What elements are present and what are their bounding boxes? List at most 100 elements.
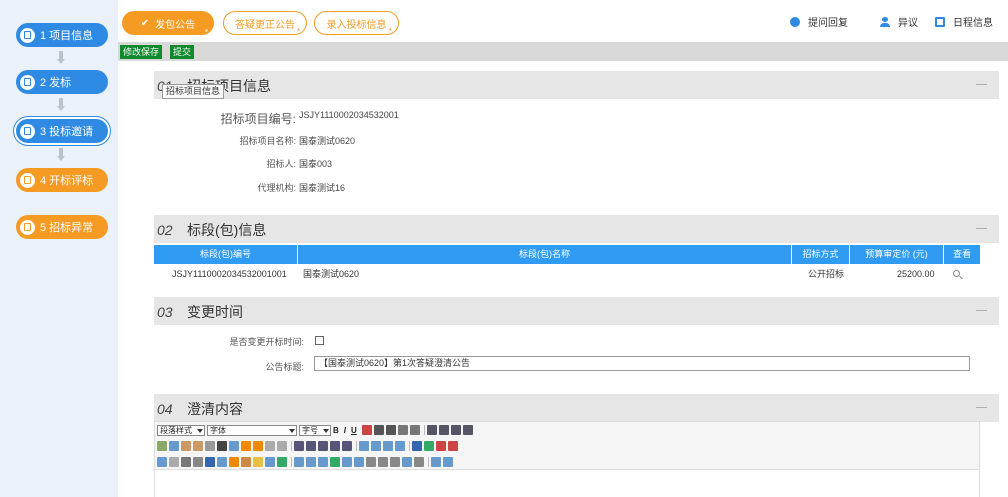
section-title: 标段(包)信息: [187, 222, 267, 238]
step-open-evaluate[interactable]: 4 开标评标: [16, 168, 108, 192]
fullscreen-icon[interactable]: [436, 441, 446, 451]
print-icon[interactable]: [448, 441, 458, 451]
agency-value: 国泰测试16: [299, 183, 346, 193]
select-icon[interactable]: [265, 441, 275, 451]
notice-title-input[interactable]: 【国泰测试0620】第1次答疑澄清公告: [314, 356, 970, 371]
template-icon[interactable]: [229, 456, 239, 467]
insert-image-icon[interactable]: [157, 456, 167, 467]
bold-icon[interactable]: B: [333, 426, 339, 435]
video-icon[interactable]: [217, 456, 227, 467]
unordered-list-icon[interactable]: [306, 441, 316, 451]
editor-toolbar-row: [155, 438, 979, 454]
step-project-info[interactable]: 1 项目信息: [16, 23, 108, 47]
save-button[interactable]: 修改保存: [120, 45, 163, 59]
strikethrough-icon[interactable]: [361, 425, 372, 435]
redo-icon[interactable]: [253, 441, 263, 451]
view-icon[interactable]: [953, 270, 960, 277]
link-icon[interactable]: [395, 441, 405, 451]
step-label: 5 招标异常: [40, 222, 94, 234]
collapse-icon[interactable]: [976, 228, 987, 229]
attachment-icon[interactable]: [169, 456, 179, 467]
chat-icon: [790, 16, 800, 27]
step-label: 2 发标: [40, 77, 72, 89]
block-icon[interactable]: [342, 441, 352, 451]
submit-button[interactable]: 提交: [170, 45, 195, 59]
font-family-select[interactable]: 字体: [207, 424, 297, 436]
image-icon[interactable]: [383, 441, 393, 451]
section-project-info[interactable]: 01 招标项目信息: [154, 71, 999, 99]
emoticon-icon[interactable]: [241, 456, 251, 467]
special-char-icon[interactable]: [330, 456, 340, 467]
document-icon: [20, 27, 35, 43]
collapse-icon[interactable]: [976, 310, 987, 311]
delete-icon[interactable]: [217, 441, 227, 451]
collapse-icon[interactable]: [976, 407, 987, 408]
pagebreak-icon[interactable]: [306, 456, 316, 467]
step-publish[interactable]: 2 发标: [16, 70, 108, 94]
underline-icon[interactable]: U: [351, 426, 357, 435]
cell-icon[interactable]: [371, 441, 381, 451]
flash-icon[interactable]: [205, 456, 215, 467]
select-all-icon[interactable]: [431, 456, 441, 467]
code-icon[interactable]: [366, 456, 376, 467]
face-icon[interactable]: [390, 456, 400, 467]
justify-icon[interactable]: [462, 425, 473, 435]
time-icon[interactable]: [354, 456, 364, 467]
layout-icon[interactable]: [414, 456, 424, 467]
source-icon[interactable]: [412, 441, 422, 451]
outdent-icon[interactable]: [330, 441, 340, 451]
table-icon[interactable]: [359, 441, 369, 451]
format-icon[interactable]: [397, 425, 408, 435]
tab-bid-notice[interactable]: ✔ 发包公告 *: [122, 11, 214, 37]
reply-link[interactable]: 提问回复: [790, 14, 848, 29]
file-icon[interactable]: [193, 456, 203, 467]
copy-icon[interactable]: [169, 441, 179, 451]
paragraph-style-select[interactable]: 段落样式: [157, 424, 205, 436]
italic-icon[interactable]: I: [344, 426, 346, 435]
collapse-icon[interactable]: [976, 84, 987, 85]
ordered-list-icon[interactable]: [294, 441, 304, 451]
section-lot-info[interactable]: 02 标段(包)信息: [154, 215, 999, 243]
step-label: 1 项目信息: [40, 30, 94, 42]
step-exception[interactable]: 5 招标异常: [16, 215, 108, 239]
cut-icon[interactable]: [157, 441, 167, 451]
objection-link[interactable]: 异议: [880, 14, 918, 29]
section-change-time[interactable]: 03 变更时间: [154, 297, 999, 325]
lot-table-header: 标段(包)编号 标段(包)名称 招标方式 预算审定价 (元) 查看: [154, 245, 980, 264]
paste-text-icon[interactable]: [193, 441, 203, 451]
smiley-icon[interactable]: [253, 456, 263, 467]
anchor-icon[interactable]: [318, 456, 328, 467]
superscript-icon[interactable]: [373, 425, 384, 435]
map-icon[interactable]: [265, 456, 275, 467]
grid-icon[interactable]: [402, 456, 412, 467]
subscript-icon[interactable]: [385, 425, 396, 435]
section-clarification[interactable]: 04 澄清内容: [154, 394, 999, 422]
paste-icon[interactable]: [181, 441, 191, 451]
pointer-icon[interactable]: [277, 441, 287, 451]
section-number: 03: [157, 304, 173, 320]
align-right-icon[interactable]: [450, 425, 461, 435]
undo-icon[interactable]: [241, 441, 251, 451]
date-icon[interactable]: [342, 456, 352, 467]
omega-icon[interactable]: [378, 456, 388, 467]
change-open-time-checkbox[interactable]: [315, 336, 324, 345]
tab-enter-bid[interactable]: 录入投标信息 *: [314, 11, 399, 36]
required-star: *: [204, 28, 208, 37]
align-left-icon[interactable]: [426, 425, 437, 435]
find-icon[interactable]: [205, 441, 215, 451]
preview-icon[interactable]: [424, 441, 434, 451]
font-size-select[interactable]: 字号: [299, 424, 331, 436]
rich-text-editor[interactable]: 段落样式 字体 字号 B I U: [154, 421, 980, 497]
about-icon[interactable]: [443, 456, 453, 467]
align-center-icon[interactable]: [438, 425, 449, 435]
schedule-link[interactable]: 日程信息: [935, 14, 993, 29]
step-invitation[interactable]: 3 投标邀请: [16, 119, 108, 143]
tab-qa-notice[interactable]: 答疑更正公告 *: [223, 11, 307, 36]
media-icon[interactable]: [181, 456, 191, 467]
indent-icon[interactable]: [318, 441, 328, 451]
replace-icon[interactable]: [229, 441, 239, 451]
clear-format-icon[interactable]: [409, 425, 420, 435]
globe-icon[interactable]: [277, 456, 287, 467]
step-label: 4 开标评标: [40, 175, 94, 187]
horizontal-rule-icon[interactable]: [294, 456, 304, 467]
